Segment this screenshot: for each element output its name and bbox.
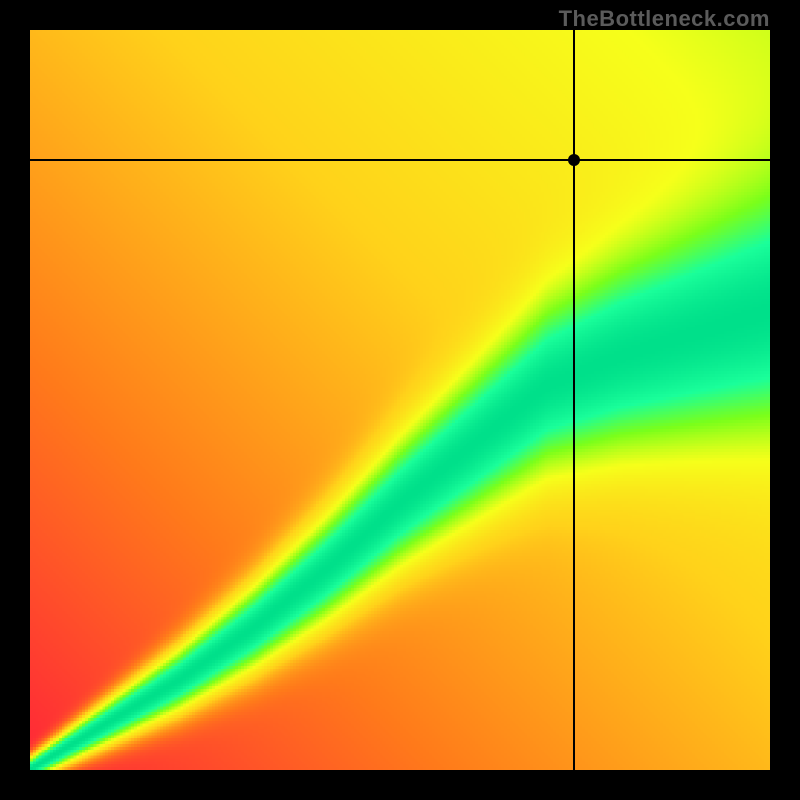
crosshair-vertical [573, 30, 575, 770]
marker-dot [568, 154, 580, 166]
crosshair-horizontal [30, 159, 770, 161]
plot-area [30, 30, 770, 770]
chart-frame: TheBottleneck.com [0, 0, 800, 800]
heatmap-canvas [30, 30, 770, 770]
watermark-text: TheBottleneck.com [559, 6, 770, 32]
